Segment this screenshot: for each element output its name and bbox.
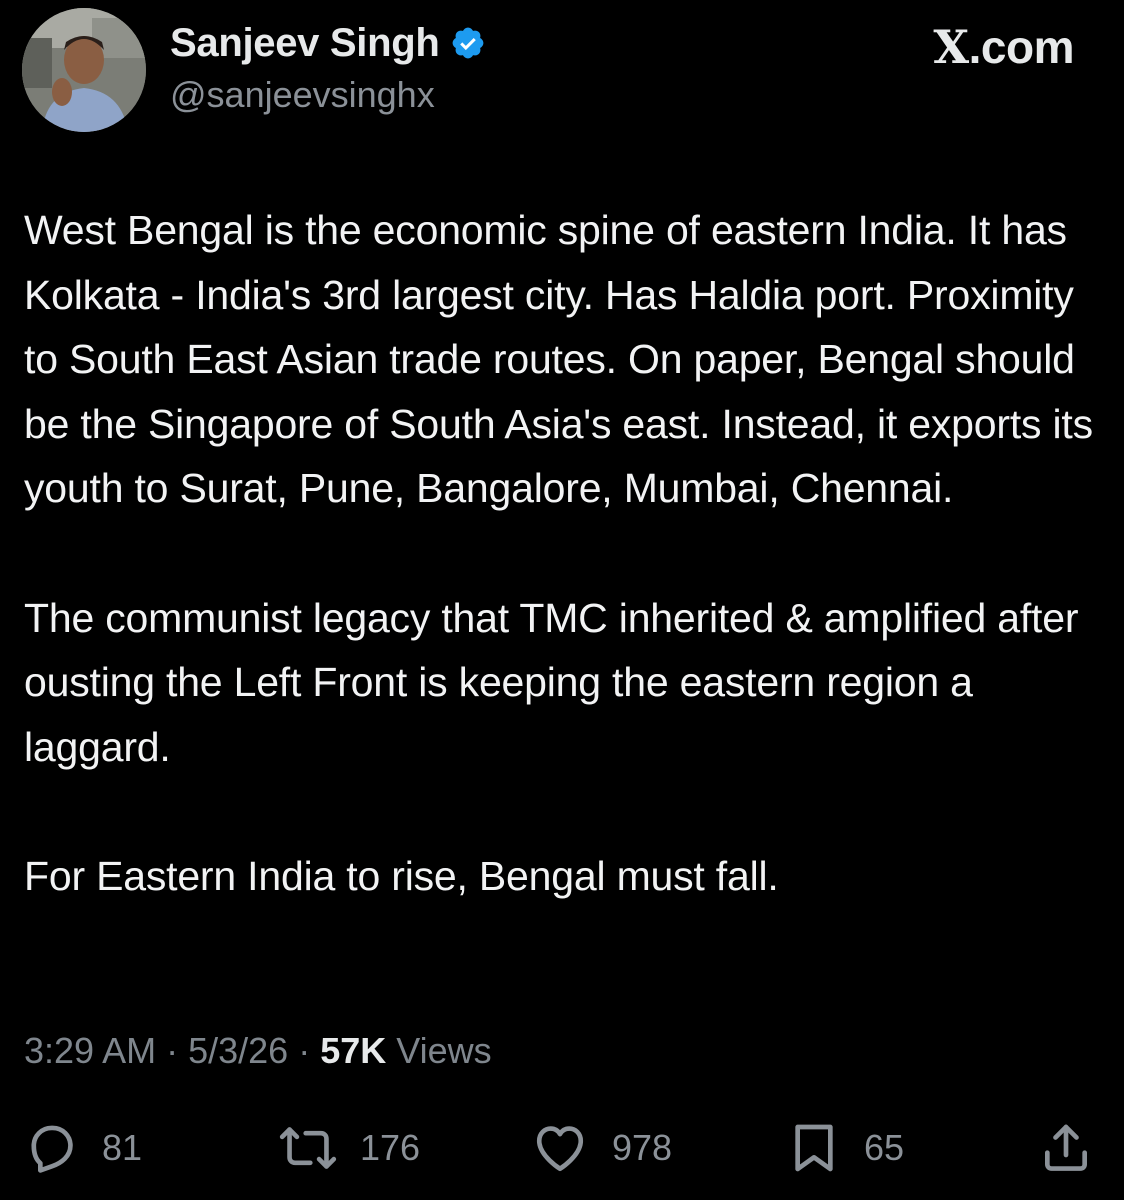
x-logo-icon: X <box>933 20 969 74</box>
repost-icon <box>279 1127 337 1169</box>
reply-icon <box>31 1125 73 1173</box>
author-name[interactable]: Sanjeev Singh <box>170 21 440 66</box>
avatar[interactable] <box>22 8 146 132</box>
reply-button[interactable]: 81 <box>24 1118 142 1178</box>
meta-separator: · <box>288 1030 321 1071</box>
repost-button[interactable]: 176 <box>278 1118 420 1178</box>
tweet-text: West Bengal is the economic spine of eas… <box>24 198 1104 909</box>
views-label: Views <box>386 1030 492 1071</box>
bookmark-button[interactable]: 65 <box>786 1118 904 1178</box>
like-icon <box>536 1126 584 1172</box>
meta-separator: · <box>156 1030 189 1071</box>
author-handle[interactable]: @sanjeevsinghx <box>170 74 486 116</box>
tweet-date[interactable]: 5/3/26 <box>188 1030 288 1071</box>
avatar-photo <box>22 8 146 132</box>
share-button[interactable] <box>1038 1118 1094 1178</box>
bookmark-count: 65 <box>864 1127 905 1168</box>
tweet-paragraph: For Eastern India to rise, Bengal must f… <box>24 852 779 899</box>
tweet-paragraph: The communist legacy that TMC inherited … <box>24 594 1079 770</box>
tweet-meta: 3:29 AM · 5/3/26 · 57K Views <box>24 1030 492 1072</box>
like-count: 978 <box>612 1127 673 1168</box>
author-block: Sanjeev Singh @sanjeevsinghx <box>170 18 486 116</box>
like-button[interactable]: 978 <box>530 1118 672 1178</box>
repost-count: 176 <box>360 1127 421 1168</box>
bookmark-icon <box>795 1124 833 1172</box>
name-row: Sanjeev Singh <box>170 18 486 68</box>
source-label: X.com <box>933 20 1074 74</box>
tweet-paragraph: West Bengal is the economic spine of eas… <box>24 207 1093 512</box>
action-bar: 81 176 978 65 <box>24 1118 1100 1178</box>
source-domain: .com <box>968 21 1075 73</box>
tweet-header: Sanjeev Singh @sanjeevsinghx X.com <box>22 8 1084 132</box>
views-count: 57K <box>320 1030 387 1071</box>
share-icon <box>1045 1124 1087 1171</box>
verified-badge-icon <box>452 27 483 59</box>
tweet-time[interactable]: 3:29 AM <box>24 1030 156 1071</box>
reply-count: 81 <box>102 1127 143 1168</box>
